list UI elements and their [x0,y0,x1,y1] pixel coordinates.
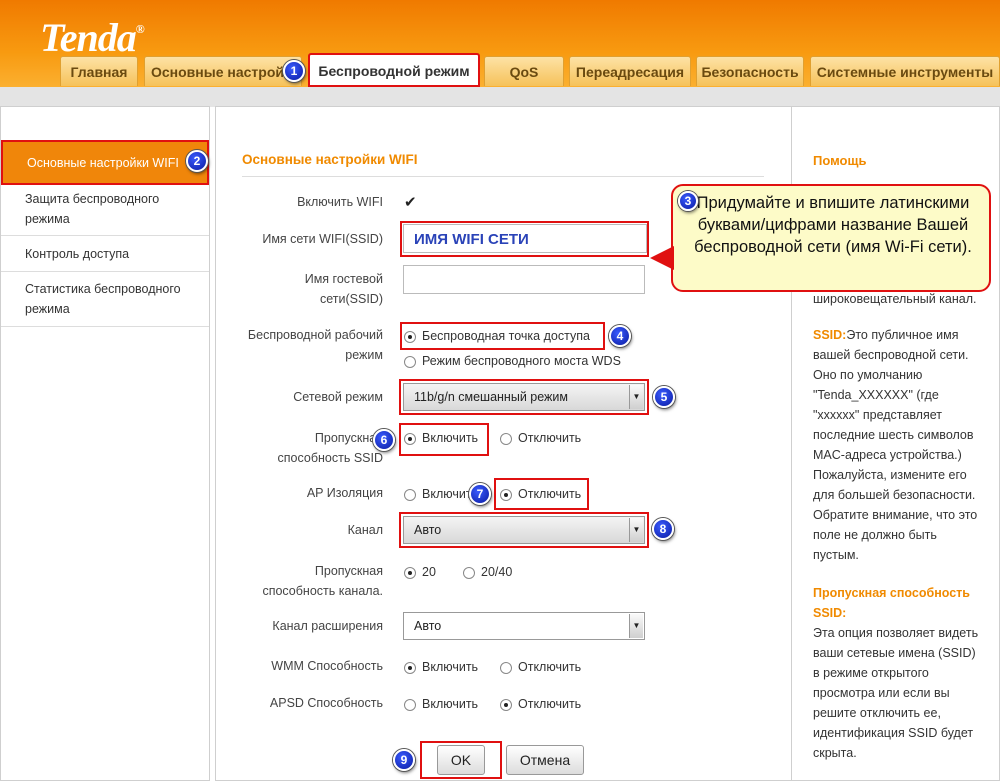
cancel-button[interactable]: Отмена [506,745,584,775]
submenu-bar [0,87,1000,107]
sidebar: Основные настройки WIFI Защита беспровод… [0,106,210,781]
callout-pointer [650,246,674,270]
sidebar-item-wireless-stats[interactable]: Статистика беспроводного режима [1,272,209,327]
step-badge: 1 [283,60,305,82]
ext-channel-label: Канал расширения [272,619,383,633]
tab-port-forwarding[interactable]: Переадресация [569,56,691,86]
step-badge: 5 [653,386,675,408]
ssid-broadcast-label: Пропускная способность SSID [277,431,383,465]
ssid-broadcast-on-label: Включить [422,431,479,445]
channel-label: Канал [347,523,383,537]
ssid-value: ИМЯ WIFI СЕТИ [414,231,529,248]
mode-ap-label: Беспроводная точка доступа [422,329,590,343]
help-broadcast-tail: широковещательный канал. [813,292,977,306]
apsd-on-label: Включить [422,697,479,711]
network-mode-label: Сетевой режим [293,390,383,404]
enable-wifi-checkbox[interactable]: ✔ [404,193,417,211]
wmm-on-label: Включить [422,660,479,674]
working-mode-label: Беспроводной рабочий режим [247,328,383,362]
tab-basic-settings[interactable]: Основные настрой [144,56,302,86]
tab-qos[interactable]: QoS [484,56,564,86]
sidebar-item-basic-wifi[interactable]: Основные настройки WIFI [1,140,209,185]
tenda-logo: Tenda® [40,15,145,60]
step-badge: 9 [393,749,415,771]
ssid-broadcast-off-radio[interactable] [500,433,512,445]
guest-ssid-label: Имя гостевой сети(SSID) [304,272,383,306]
help-ssid-text: SSID:Это публичное имя вашей беспроводно… [813,328,978,562]
tab-system-tools[interactable]: Системные инструменты [810,56,1000,86]
chevron-down-icon: ▼ [629,614,643,638]
section-divider [242,176,764,177]
channel-bandwidth-label: Пропускная способность канала. [262,564,383,598]
sidebar-item-access-control[interactable]: Контроль доступа [1,236,209,272]
ssid-broadcast-off-label: Отключить [518,431,582,445]
ap-isolation-off-radio[interactable] [500,489,512,501]
bandwidth-20-label: 20 [422,565,436,579]
wmm-off-radio[interactable] [500,662,512,674]
section-title: Основные настройки WIFI [242,152,418,167]
guest-ssid-input[interactable] [403,265,645,294]
apsd-label: APSD Способность [269,696,383,710]
ssid-broadcast-on-radio[interactable] [404,433,416,445]
bandwidth-2040-label: 20/40 [481,565,513,579]
step-badge: 4 [609,325,631,347]
help-bw-text: Эта опция позволяет видеть ваши сетевые … [813,626,979,760]
step-badge: 2 [186,150,208,172]
mode-ap-radio[interactable] [404,331,416,343]
ap-isolation-on-radio[interactable] [404,489,416,501]
wmm-off-label: Отключить [518,660,582,674]
help-title: Помощь [813,153,867,168]
ext-channel-select[interactable]: Авто ▼ [403,612,645,640]
apsd-off-label: Отключить [518,697,582,711]
apsd-off-radio[interactable] [500,699,512,711]
ap-isolation-off-label: Отключить [518,487,582,501]
ssid-label: Имя сети WIFI(SSID) [262,232,383,246]
ap-isolation-label: AP Изоляция [306,486,383,500]
wmm-label: WMM Способность [271,659,383,673]
step-badge: 3 [678,191,698,211]
network-mode-select[interactable]: 11b/g/n смешанный режим ▼ [403,383,645,411]
mode-wds-label: Режим беспроводного моста WDS [422,354,621,368]
sidebar-item-wireless-security[interactable]: Защита беспроводного режима [1,183,209,236]
ssid-callout: Придумайте и впишите латинскими буквами/… [671,184,991,292]
channel-select[interactable]: Авто ▼ [403,516,645,544]
help-bw-title: Пропускная способность SSID: [813,586,970,620]
step-badge: 6 [373,429,395,451]
step-badge: 8 [652,518,674,540]
bandwidth-20-radio[interactable] [404,567,416,579]
chevron-down-icon: ▼ [629,385,643,409]
step-badge: 7 [469,483,491,505]
wmm-on-radio[interactable] [404,662,416,674]
mode-wds-radio[interactable] [404,356,416,368]
chevron-down-icon: ▼ [629,518,643,542]
tab-home[interactable]: Главная [60,56,138,86]
bandwidth-2040-radio[interactable] [463,567,475,579]
ok-button[interactable]: OK [437,745,485,775]
apsd-on-radio[interactable] [404,699,416,711]
tab-security[interactable]: Безопасность [696,56,804,86]
tab-wireless[interactable]: Беспроводной режим [308,53,480,87]
enable-wifi-label: Включить WIFI [297,195,383,209]
